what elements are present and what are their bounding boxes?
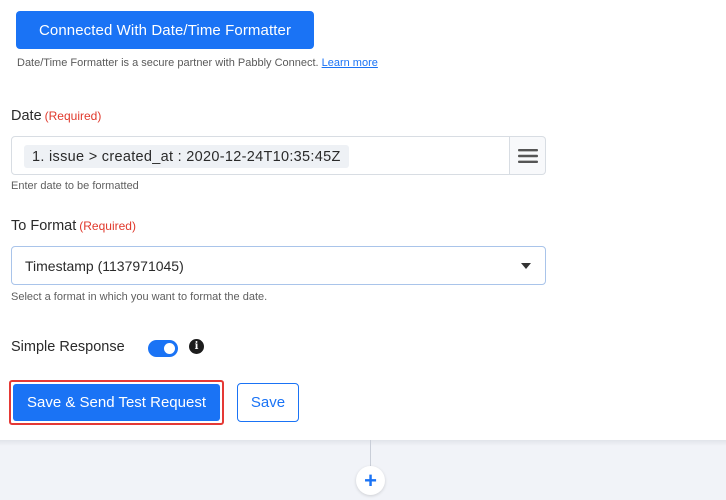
date-field-label: Date (Required) — [11, 108, 101, 124]
format-selected-value: Timestamp (1137971045) — [25, 257, 184, 274]
partner-note-text: Date/Time Formatter is a secure partner … — [17, 57, 319, 69]
simple-response-toggle[interactable] — [148, 340, 178, 357]
format-required-tag: (Required) — [79, 219, 136, 233]
add-step-button[interactable]: + — [356, 466, 385, 495]
format-select[interactable]: Timestamp (1137971045) — [11, 246, 546, 285]
date-field-menu-button[interactable] — [510, 136, 546, 175]
date-hint: Enter date to be formatted — [11, 180, 139, 192]
connected-app-button[interactable]: Connected With Date/Time Formatter — [16, 11, 314, 49]
format-label-text: To Format — [11, 218, 77, 234]
save-and-send-test-button[interactable]: Save & Send Test Request — [13, 384, 220, 421]
learn-more-link[interactable]: Learn more — [322, 57, 378, 69]
step-connector-line — [370, 440, 371, 466]
date-required-tag: (Required) — [44, 109, 102, 123]
simple-response-label: Simple Response — [11, 339, 125, 355]
partner-note: Date/Time Formatter is a secure partner … — [17, 57, 378, 69]
info-icon[interactable]: i — [189, 339, 204, 354]
date-label-text: Date — [11, 108, 42, 124]
format-hint: Select a format in which you want to for… — [11, 291, 268, 303]
caret-down-icon — [521, 263, 531, 269]
send-button-highlight: Save & Send Test Request — [9, 380, 224, 425]
hamburger-icon — [517, 148, 538, 163]
date-input[interactable]: 1. issue > created_at : 2020-12-24T10:35… — [11, 136, 510, 175]
date-mapped-value-chip[interactable]: 1. issue > created_at : 2020-12-24T10:35… — [24, 145, 349, 168]
format-field-label: To Format (Required) — [11, 218, 136, 234]
save-button[interactable]: Save — [237, 383, 299, 422]
